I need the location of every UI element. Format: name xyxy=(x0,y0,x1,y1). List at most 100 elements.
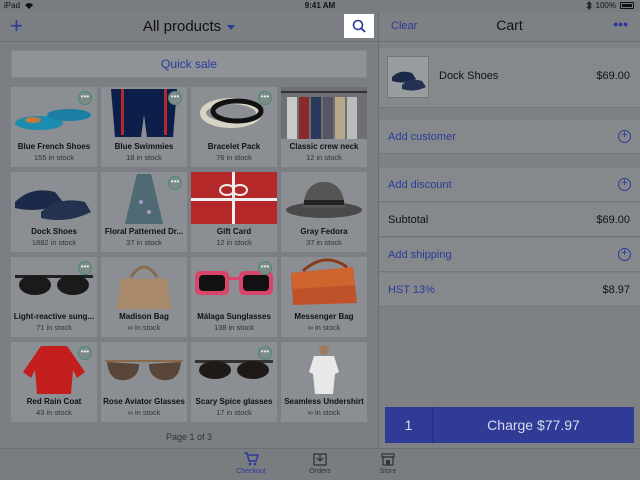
more-options-icon[interactable]: ••• xyxy=(258,261,272,275)
add-shipping-row[interactable]: Add shipping + xyxy=(379,238,640,272)
product-stock: 37 in stock xyxy=(306,238,342,247)
product-tile[interactable]: ••• Light-reactive sung... 71 in stock xyxy=(11,257,97,337)
product-name: Gray Fedora xyxy=(300,227,348,236)
add-discount-label: Add discount xyxy=(388,179,452,191)
tax-row[interactable]: HST 13% $8.97 xyxy=(379,273,640,307)
product-name: Bracelet Pack xyxy=(207,142,261,151)
product-stock: 17 in stock xyxy=(216,408,252,417)
tax-value: $8.97 xyxy=(602,284,630,296)
product-tile[interactable]: Classic crew neck 12 in stock xyxy=(281,87,367,167)
product-tile[interactable]: Rose Aviator Glasses ∞ in stock xyxy=(101,342,187,422)
add-circle-icon: + xyxy=(618,248,631,261)
add-customer-label: Add customer xyxy=(388,131,456,143)
product-stock: 18 in stock xyxy=(126,153,162,162)
more-options-icon[interactable]: ••• xyxy=(78,91,92,105)
add-circle-icon: + xyxy=(618,130,631,143)
product-name: Rose Aviator Glasses xyxy=(103,397,185,406)
add-shipping-label: Add shipping xyxy=(388,249,452,261)
product-tile[interactable]: ••• Scary Spice glasses 17 in stock xyxy=(191,342,277,422)
product-tile[interactable]: ••• Blue Swimmies 18 in stock xyxy=(101,87,187,167)
product-name: Blue Swimmies xyxy=(114,142,174,151)
subtotal-row: Subtotal $69.00 xyxy=(379,203,640,237)
bluetooth-icon xyxy=(586,1,592,10)
cart-title: Cart xyxy=(496,17,523,33)
quick-sale-button[interactable]: Quick sale xyxy=(11,50,367,78)
product-image-seamless-undershirt xyxy=(281,342,367,394)
product-stock: 1882 in stock xyxy=(31,238,77,247)
product-stock: 43 in stock xyxy=(36,408,72,417)
subtotal-value: $69.00 xyxy=(596,214,630,226)
tab-checkout[interactable]: Checkout xyxy=(221,452,281,475)
battery-icon xyxy=(620,2,634,9)
add-circle-icon: + xyxy=(618,178,631,191)
product-stock: 155 in stock xyxy=(33,153,75,162)
cart-header: Clear Cart ••• xyxy=(379,12,640,42)
product-image-gift-card xyxy=(191,172,277,224)
product-name: Madison Bag xyxy=(119,312,169,321)
product-panel: + All products Quick sale ••• Blue Frenc… xyxy=(0,12,378,448)
product-stock: ∞ in stock xyxy=(127,408,161,417)
product-tile[interactable]: Gift Card 12 in stock xyxy=(191,172,277,252)
product-stock: ∞ in stock xyxy=(307,408,341,417)
product-name: Gift Card xyxy=(216,227,252,236)
more-options-icon[interactable]: ••• xyxy=(168,91,182,105)
product-image-classic-crew-neck xyxy=(281,87,367,139)
product-image-gray-fedora xyxy=(281,172,367,224)
charge-bar: 1 Charge $77.97 xyxy=(385,407,634,443)
product-tile[interactable]: ••• Bracelet Pack 76 in stock xyxy=(191,87,277,167)
tab-store[interactable]: Store xyxy=(358,452,418,475)
cart-panel: Clear Cart ••• Dock Shoes $69.00 Add cus… xyxy=(379,12,640,448)
tab-orders[interactable]: Orders xyxy=(290,452,350,475)
status-bar: iPad 9:41 AM 100% xyxy=(0,0,640,12)
more-options-icon[interactable]: ••• xyxy=(168,176,182,190)
product-name: Messenger Bag xyxy=(294,312,354,321)
product-tile[interactable]: Madison Bag ∞ in stock xyxy=(101,257,187,337)
product-stock: 138 in stock xyxy=(213,323,255,332)
product-image-dock-shoes xyxy=(11,172,97,224)
product-image-rose-aviator-glasses xyxy=(101,342,187,394)
subtotal-label: Subtotal xyxy=(388,214,429,226)
add-discount-row[interactable]: Add discount + xyxy=(379,168,640,202)
product-name: Scary Spice glasses xyxy=(195,397,273,406)
more-options-icon[interactable]: ••• xyxy=(258,346,272,360)
product-name: Classic crew neck xyxy=(289,142,359,151)
tab-label: Checkout xyxy=(236,468,266,475)
product-filter-dropdown[interactable]: All products xyxy=(0,18,378,35)
cart-line-item[interactable]: Dock Shoes $69.00 xyxy=(379,48,640,108)
product-tile[interactable]: Messenger Bag ∞ in stock xyxy=(281,257,367,337)
product-stock: 37 in stock xyxy=(126,238,162,247)
product-tile[interactable]: Seamless Undershirt ∞ in stock xyxy=(281,342,367,422)
add-customer-row[interactable]: Add customer + xyxy=(379,120,640,154)
tab-label: Store xyxy=(379,468,397,475)
more-options-icon[interactable]: ••• xyxy=(78,346,92,360)
product-tile[interactable]: ••• Floral Patterned Dr... 37 in stock xyxy=(101,172,187,252)
product-name: Floral Patterned Dr... xyxy=(104,227,184,236)
product-tile[interactable]: ••• Blue French Shoes 155 in stock xyxy=(11,87,97,167)
product-tile[interactable]: ••• Red Rain Coat 43 in stock xyxy=(11,342,97,422)
search-button[interactable] xyxy=(344,14,374,38)
more-options-icon[interactable]: ••• xyxy=(613,16,628,32)
tab-bar: Checkout Orders Store xyxy=(0,448,640,480)
tab-label: Orders xyxy=(309,468,331,475)
product-tile[interactable]: Dock Shoes 1882 in stock xyxy=(11,172,97,252)
cart-item-name: Dock Shoes xyxy=(439,70,499,82)
cart-item-thumbnail xyxy=(387,56,429,98)
battery-percent: 100% xyxy=(595,1,616,10)
product-toolbar: + All products xyxy=(0,12,378,42)
search-icon xyxy=(352,19,366,33)
product-name: Seamless Undershirt xyxy=(284,397,364,406)
product-stock: 71 in stock xyxy=(36,323,72,332)
page-indicator: Page 1 of 3 xyxy=(165,432,213,442)
more-options-icon[interactable]: ••• xyxy=(258,91,272,105)
product-image-messenger-bag xyxy=(281,257,367,309)
product-name: Blue French Shoes xyxy=(17,142,91,151)
product-tile[interactable]: Gray Fedora 37 in stock xyxy=(281,172,367,252)
quantity-button[interactable]: 1 xyxy=(385,407,433,443)
product-tile[interactable]: ••• Málaga Sunglasses 138 in stock xyxy=(191,257,277,337)
status-time: 9:41 AM xyxy=(304,1,336,10)
charge-button[interactable]: Charge $77.97 xyxy=(433,407,634,443)
tax-label: HST 13% xyxy=(388,284,435,296)
product-image-madison-bag xyxy=(101,257,187,309)
more-options-icon[interactable]: ••• xyxy=(78,261,92,275)
orders-icon xyxy=(313,453,327,466)
